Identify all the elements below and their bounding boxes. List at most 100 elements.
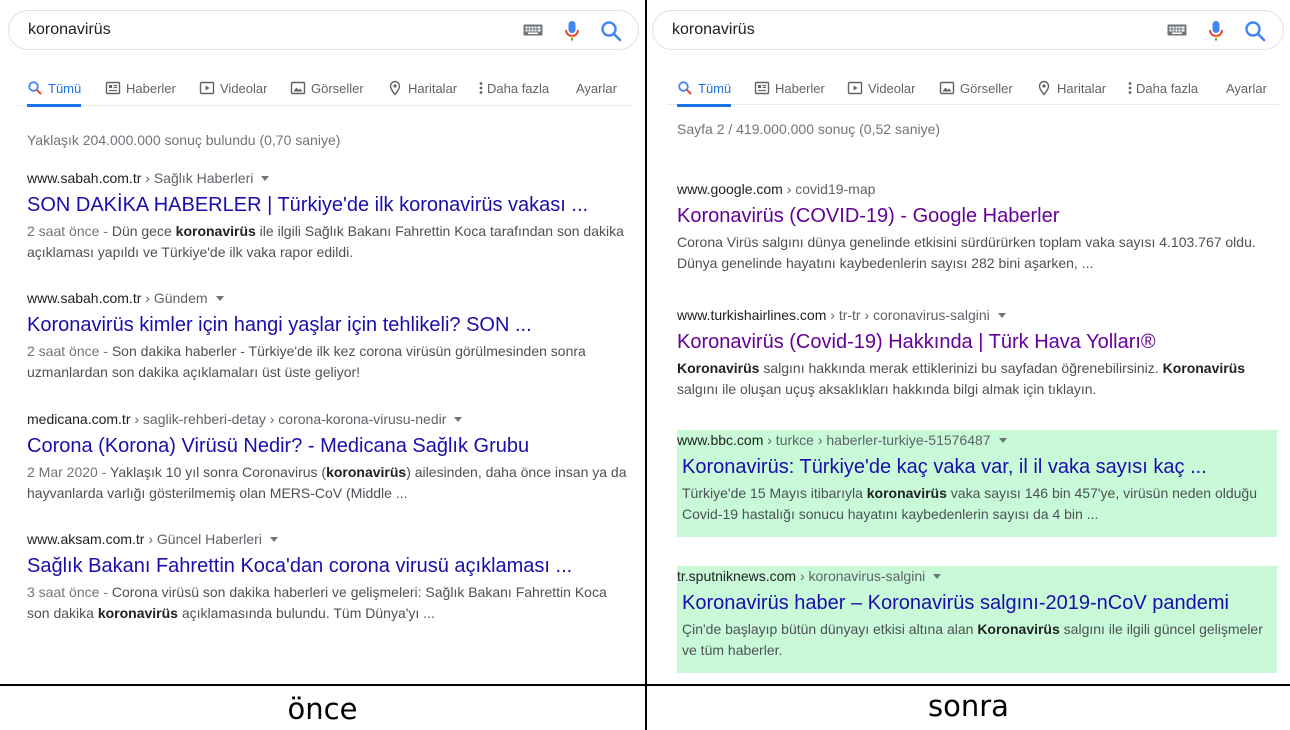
caret-down-icon[interactable] bbox=[933, 574, 942, 579]
tab-images[interactable]: Görseller bbox=[290, 70, 364, 106]
video-icon bbox=[847, 81, 863, 95]
tab-news[interactable]: Haberler bbox=[754, 70, 825, 106]
result-title[interactable]: Koronavirüs haber – Koronavirüs salgını-… bbox=[682, 590, 1272, 616]
search-result: www.turkishairlines.com › tr-tr › corona… bbox=[677, 306, 1277, 400]
result-snippet: 3 saat önce - Corona virüsü son dakika h… bbox=[27, 582, 627, 624]
vertical-divider bbox=[645, 0, 647, 730]
snippet-text: Corona virüsü son dakika haberleri ve ge… bbox=[111, 584, 607, 600]
tab-label: Tümü bbox=[698, 80, 732, 96]
result-url[interactable]: www.sabah.com.tr › Sağlık Haberleri bbox=[27, 169, 627, 187]
caret-down-icon[interactable] bbox=[997, 313, 1006, 318]
before-panel: Tümü Haberler Videolar Görseller Harital… bbox=[0, 0, 645, 685]
after-panel: Tümü Haberler Videolar Görseller Harital… bbox=[647, 0, 1290, 685]
tab-maps[interactable]: Haritalar bbox=[1036, 70, 1106, 106]
snippet-text: son dakika bbox=[27, 605, 98, 621]
tab-videos[interactable]: Videolar bbox=[847, 70, 915, 106]
snippet-keyword: koronavirüs bbox=[97, 605, 178, 621]
tab-label: Haritalar bbox=[408, 80, 458, 96]
tab-all[interactable]: Tümü bbox=[27, 70, 82, 107]
tab-news[interactable]: Haberler bbox=[105, 70, 176, 106]
result-snippet: Çin'de başlayıp bütün dünyayı etkisi alt… bbox=[682, 619, 1272, 661]
settings-link[interactable]: Ayarlar bbox=[576, 70, 617, 106]
result-date: 2 saat önce - bbox=[27, 343, 112, 359]
result-title[interactable]: Koronavirüs (Covid-19) Hakkında | Türk H… bbox=[677, 329, 1277, 355]
result-url[interactable]: www.turkishairlines.com › tr-tr › corona… bbox=[677, 306, 1277, 324]
result-title[interactable]: Sağlık Bakanı Fahrettin Koca'dan corona … bbox=[27, 553, 627, 579]
snippet-keyword: Koronavirüs bbox=[977, 621, 1060, 637]
result-breadcrumb: › Sağlık Haberleri bbox=[141, 170, 254, 186]
result-url[interactable]: www.aksam.com.tr › Güncel Haberleri bbox=[27, 530, 627, 548]
microphone-icon[interactable] bbox=[562, 20, 582, 42]
tab-images[interactable]: Görseller bbox=[939, 70, 1013, 106]
result-domain: www.google.com bbox=[677, 181, 783, 197]
snippet-text: Corona Virüs salgını dünya genelinde etk… bbox=[677, 234, 1256, 250]
caret-down-icon[interactable] bbox=[454, 417, 463, 422]
result-domain: www.sabah.com.tr bbox=[27, 170, 142, 186]
snippet-text: açıklamasında bulundu. Tüm Dünya'yı ... bbox=[177, 605, 435, 621]
result-title[interactable]: Corona (Korona) Virüsü Nedir? - Medicana… bbox=[27, 433, 627, 459]
tab-videos[interactable]: Videolar bbox=[199, 70, 267, 106]
tab-more[interactable]: Daha fazla bbox=[477, 70, 549, 106]
snippet-text: Yaklaşık 10 yıl sonra Coronavirus ( bbox=[110, 464, 327, 480]
keyboard-icon[interactable] bbox=[523, 22, 543, 38]
snippet-keyword: koronavirüs bbox=[175, 223, 256, 239]
search-input[interactable] bbox=[28, 11, 468, 49]
tab-label: Haberler bbox=[775, 80, 825, 96]
search-icon[interactable] bbox=[1244, 20, 1266, 42]
result-domain: www.sabah.com.tr bbox=[27, 290, 142, 306]
newspaper-icon bbox=[105, 81, 121, 95]
caret-down-icon[interactable] bbox=[998, 438, 1007, 443]
newspaper-icon bbox=[754, 81, 770, 95]
result-url[interactable]: www.google.com › covid19-map bbox=[677, 180, 1277, 198]
search-icon bbox=[678, 81, 692, 95]
search-box[interactable] bbox=[8, 10, 639, 50]
result-url[interactable]: tr.sputniknews.com › koronavirus-salgini bbox=[677, 567, 1272, 585]
snippet-text: salgını ile ilgili güncel gelişmeler bbox=[1059, 621, 1263, 637]
tab-label: Haritalar bbox=[1057, 80, 1107, 96]
search-result: tr.sputniknews.com › koronavirus-salgini… bbox=[677, 567, 1272, 661]
tab-more[interactable]: Daha fazla bbox=[1126, 70, 1198, 106]
result-url[interactable]: medicana.com.tr › saglik-rehberi-detay ›… bbox=[27, 410, 627, 428]
result-breadcrumb: › Gündem bbox=[141, 290, 208, 306]
map-pin-icon bbox=[1038, 80, 1050, 96]
search-box[interactable] bbox=[652, 10, 1284, 50]
caret-down-icon[interactable] bbox=[269, 537, 278, 542]
result-breadcrumb: › tr-tr › coronavirus-salgini bbox=[826, 307, 990, 323]
result-date: 2 saat önce - bbox=[27, 223, 112, 239]
result-title[interactable]: Koronavirüs kimler için hangi yaşlar içi… bbox=[27, 312, 627, 338]
search-input[interactable] bbox=[672, 11, 1112, 49]
video-icon bbox=[199, 81, 215, 95]
result-url[interactable]: www.sabah.com.tr › Gündem bbox=[27, 289, 627, 307]
result-snippet: Türkiye'de 15 Mayıs itibarıyla koronavir… bbox=[682, 483, 1272, 525]
search-tabs: Tümü Haberler Videolar Görseller Harital… bbox=[667, 70, 1279, 107]
tab-label: Daha fazla bbox=[487, 80, 550, 96]
caret-down-icon[interactable] bbox=[215, 296, 224, 301]
result-title[interactable]: Koronavirüs (COVID-19) - Google Haberler bbox=[677, 203, 1277, 229]
caption-after: sonra bbox=[928, 689, 1009, 723]
snippet-text: Son dakika haberler - Türkiye'de ilk kez… bbox=[111, 343, 586, 359]
snippet-keyword: Koronavirüs bbox=[677, 360, 760, 376]
result-title[interactable]: Koronavirüs: Türkiye'de kaç vaka var, il… bbox=[682, 454, 1272, 480]
snippet-text: ve tüm haberler. bbox=[682, 642, 783, 658]
result-breadcrumb: › Güncel Haberleri bbox=[144, 531, 262, 547]
settings-link[interactable]: Ayarlar bbox=[1226, 70, 1267, 106]
caption-before: önce bbox=[287, 692, 358, 726]
tab-all[interactable]: Tümü bbox=[677, 70, 732, 107]
search-result: www.google.com › covid19-map Koronavirüs… bbox=[677, 180, 1277, 274]
search-icon[interactable] bbox=[600, 20, 622, 42]
more-vert-icon bbox=[1128, 82, 1132, 94]
snippet-text: hayvanlarda varlığı gösterilmemiş olan M… bbox=[27, 485, 408, 501]
search-result: www.sabah.com.tr › Gündem Koronavirüs ki… bbox=[27, 289, 627, 383]
result-url[interactable]: www.bbc.com › turkce › haberler-turkiye-… bbox=[677, 431, 1272, 449]
microphone-icon[interactable] bbox=[1206, 20, 1226, 42]
tab-maps[interactable]: Haritalar bbox=[387, 70, 457, 106]
keyboard-icon[interactable] bbox=[1167, 22, 1187, 38]
caret-down-icon[interactable] bbox=[261, 176, 270, 181]
search-result: www.sabah.com.tr › Sağlık Haberleri SON … bbox=[27, 169, 627, 263]
snippet-text: Covid-19 hastalığı sonucu hayatını kaybe… bbox=[682, 506, 1099, 522]
snippet-text: açıklaması yapıldı ve Türkiye'de ilk vak… bbox=[27, 244, 354, 260]
result-domain: tr.sputniknews.com bbox=[677, 568, 797, 584]
more-vert-icon bbox=[479, 82, 483, 94]
result-breadcrumb: › turkce › haberler-turkiye-51576487 bbox=[763, 432, 991, 448]
result-title[interactable]: SON DAKİKA HABERLER | Türkiye'de ilk kor… bbox=[27, 192, 627, 218]
